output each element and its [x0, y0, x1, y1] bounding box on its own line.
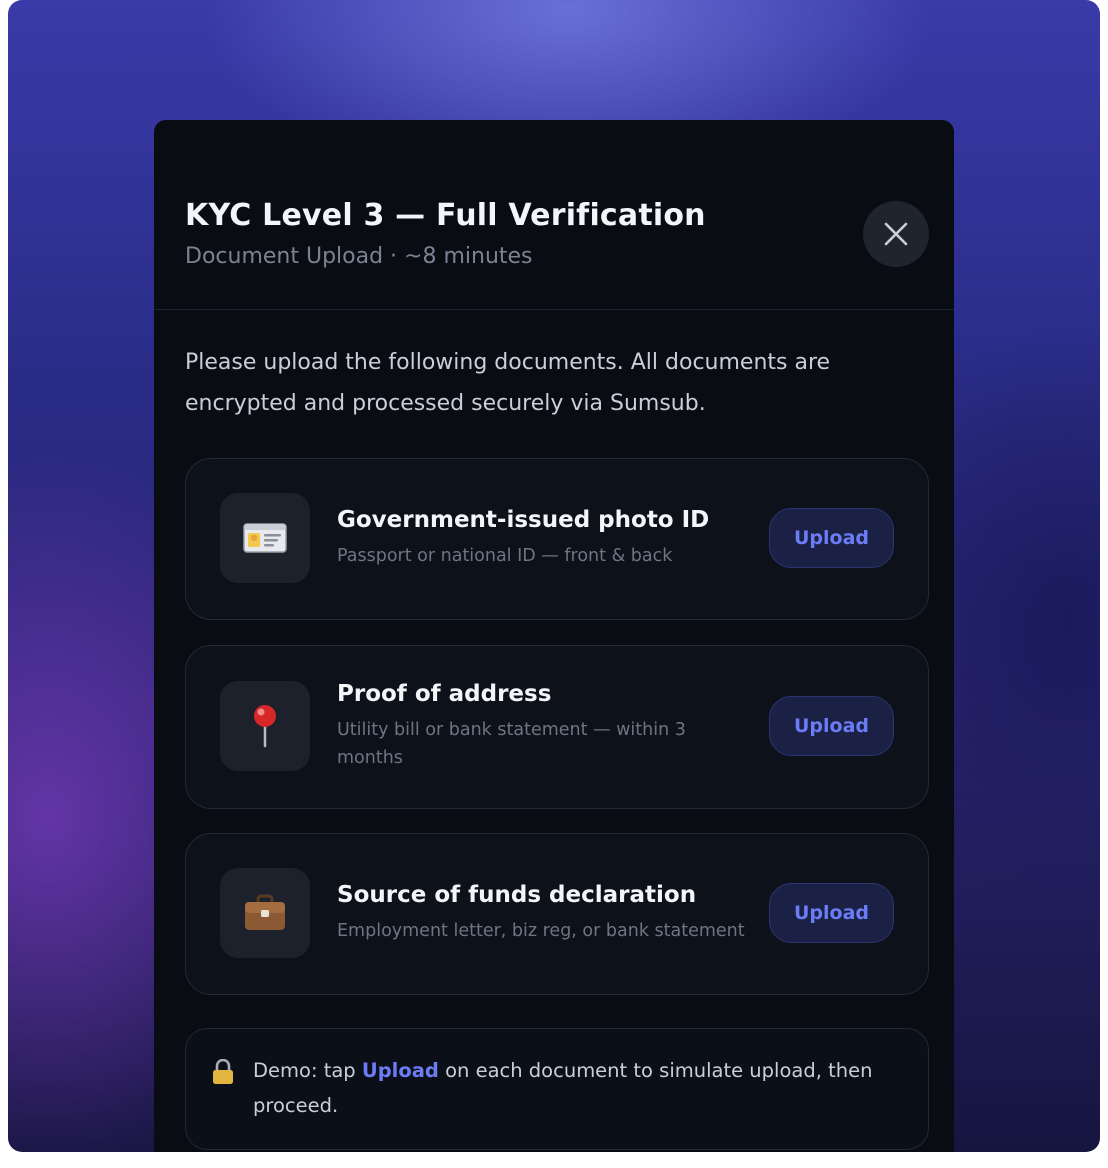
id-card-icon [243, 523, 287, 553]
document-name: Government-issued photo ID [337, 507, 710, 533]
upload-button-source-of-funds[interactable]: Upload [769, 883, 894, 943]
pushpin-icon [254, 705, 276, 748]
demo-text-prefix: Demo: tap [253, 1059, 362, 1082]
document-card-proof-of-address: Proof of address Utility bill or bank st… [185, 645, 929, 809]
lock-icon [213, 1059, 233, 1084]
demo-note: Demo: tap Upload on each document to sim… [185, 1028, 929, 1150]
kyc-modal: KYC Level 3 — Full Verification Document… [154, 120, 954, 1152]
document-description: Utility bill or bank statement — within … [337, 720, 686, 768]
document-card-photo-id: Government-issued photo ID Passport or n… [185, 458, 929, 620]
document-icon-tile [220, 868, 310, 958]
upload-button-proof-of-address[interactable]: Upload [769, 696, 894, 756]
demo-text: Demo: tap Upload on each document to sim… [253, 1053, 893, 1123]
document-description: Employment letter, biz reg, or bank stat… [337, 921, 745, 941]
close-button[interactable] [863, 201, 929, 267]
document-icon-tile [220, 681, 310, 771]
document-name: Proof of address [337, 681, 552, 707]
document-card-source-of-funds: Source of funds declaration Employment l… [185, 833, 929, 995]
modal-subtitle: Document Upload · ~8 minutes [185, 244, 533, 269]
demo-upload-link: Upload [361, 1059, 439, 1082]
close-icon [884, 222, 908, 246]
document-description: Passport or national ID — front & back [337, 546, 673, 566]
document-icon-tile [220, 493, 310, 583]
intro-text: Please upload the following documents. A… [185, 350, 831, 416]
briefcase-icon [245, 894, 285, 930]
modal-title: KYC Level 3 — Full Verification [185, 198, 706, 233]
upload-button-photo-id[interactable]: Upload [769, 508, 894, 568]
background: KYC Level 3 — Full Verification Document… [8, 0, 1100, 1152]
modal-header: KYC Level 3 — Full Verification Document… [154, 120, 954, 310]
document-name: Source of funds declaration [337, 882, 697, 908]
